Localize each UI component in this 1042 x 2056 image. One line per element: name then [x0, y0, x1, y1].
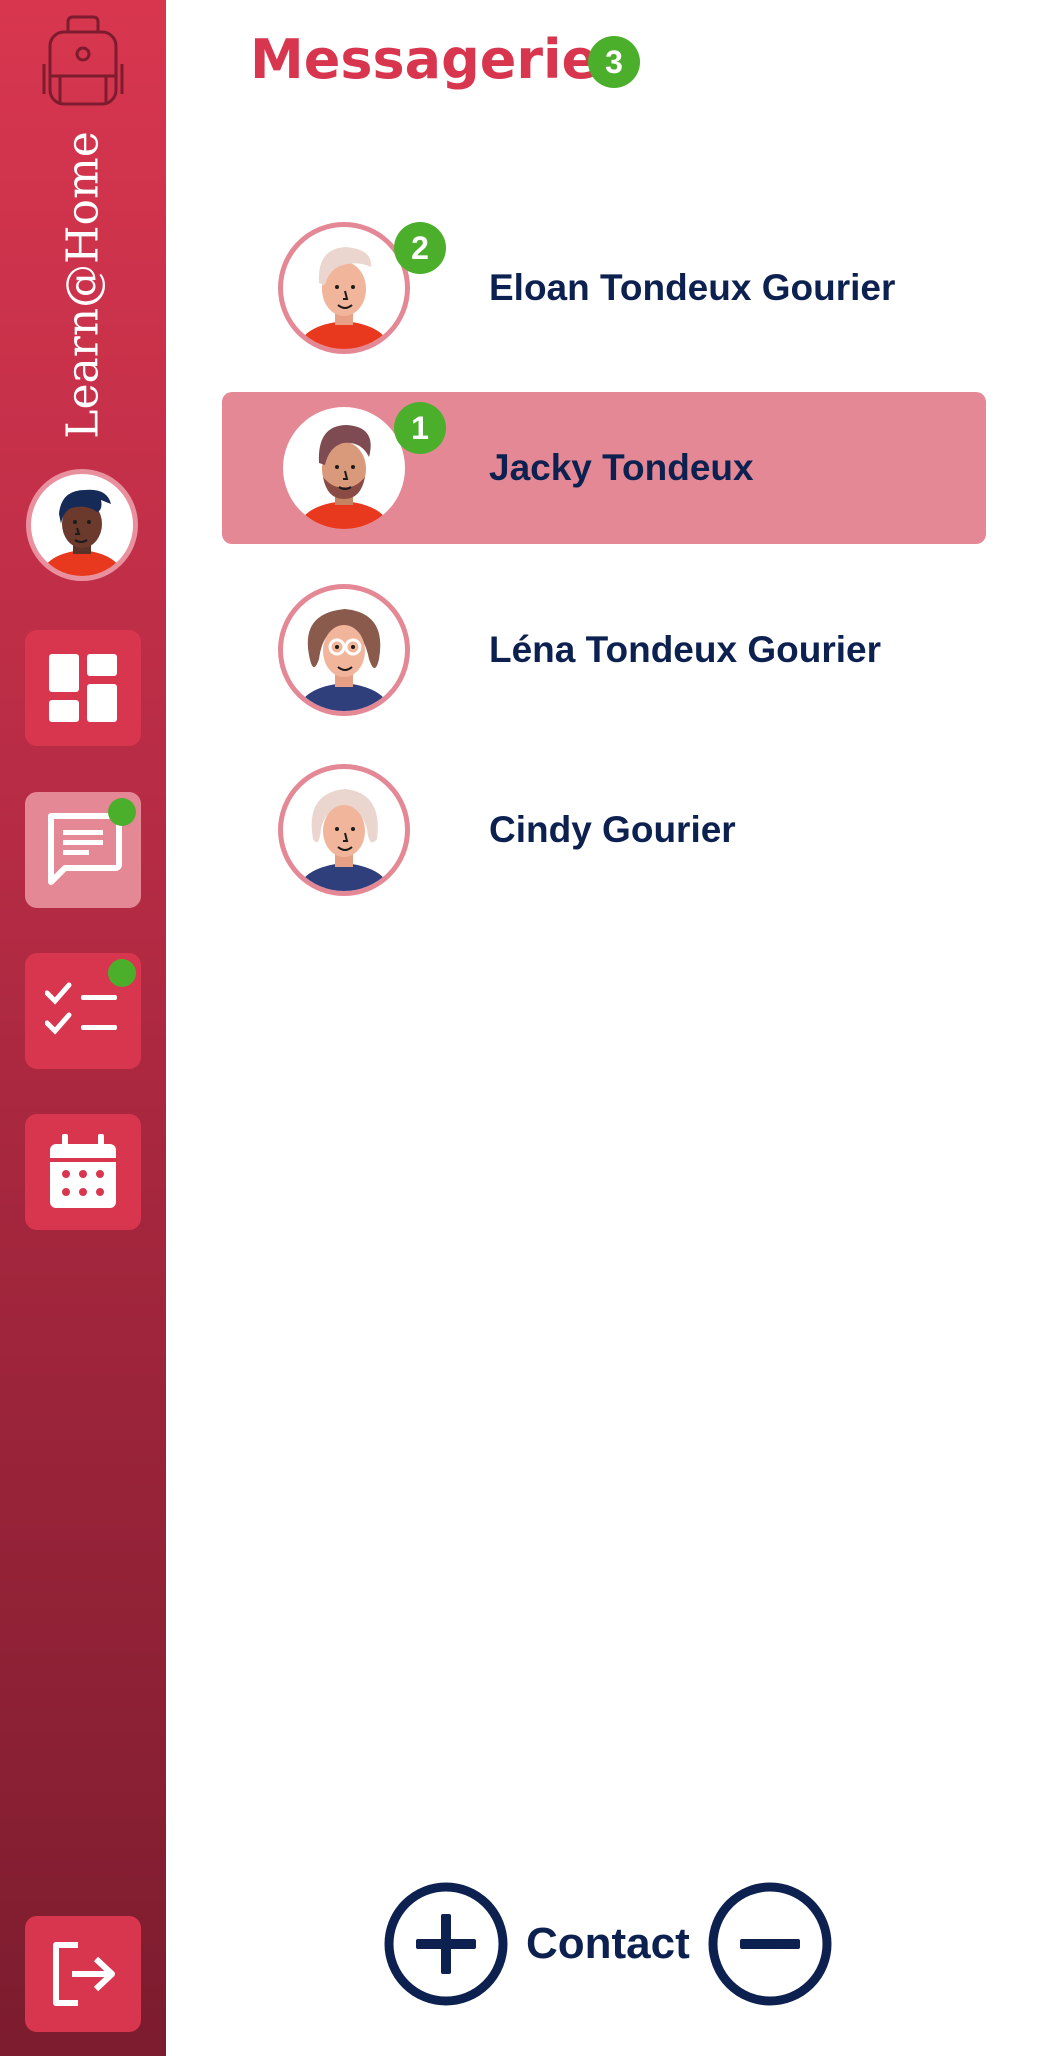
nav-dashboard-button[interactable]	[25, 630, 141, 746]
nav-calendar-button[interactable]	[25, 1114, 141, 1230]
avatar-illustration	[297, 425, 391, 529]
sidebar: Learn@Home	[0, 0, 166, 2056]
contact-unread-badge: 2	[394, 222, 446, 274]
contact-avatar	[278, 402, 410, 534]
user-avatar[interactable]	[26, 469, 138, 581]
contact-item[interactable]: Cindy Gourier	[222, 754, 986, 906]
chat-icon	[48, 813, 122, 885]
logout-button[interactable]	[25, 1916, 141, 2032]
contact-item[interactable]: 2 Eloan Tondeux Gourier	[222, 212, 986, 364]
contact-avatar	[278, 764, 410, 896]
page-title: Messagerie	[250, 28, 599, 91]
nav-tasks-button[interactable]	[25, 953, 141, 1069]
contact-item[interactable]: 1 Jacky Tondeux	[222, 392, 986, 544]
avatar-illustration	[297, 247, 391, 349]
contact-avatar	[278, 222, 410, 354]
minus-circle-icon[interactable]	[708, 1882, 832, 2006]
user-avatar-illustration	[41, 489, 123, 576]
contact-actions: Contact	[384, 1882, 832, 2006]
plus-circle-icon[interactable]	[384, 1882, 508, 2006]
unread-total-badge: 3	[588, 36, 640, 88]
contact-avatar	[278, 584, 410, 716]
contact-name: Cindy Gourier	[489, 809, 736, 850]
nav-messages-button[interactable]	[25, 792, 141, 908]
calendar-icon	[50, 1134, 116, 1208]
contact-item[interactable]: Léna Tondeux Gourier	[222, 574, 986, 726]
avatar-illustration	[297, 789, 391, 891]
backpack-icon	[42, 15, 124, 106]
brand-logo-text: Learn@Home	[57, 131, 109, 439]
logout-icon	[53, 1942, 115, 2006]
contact-unread-badge: 1	[394, 402, 446, 454]
contact-label: Contact	[526, 1919, 690, 1968]
dashboard-icon	[49, 654, 117, 722]
contact-name: Jacky Tondeux	[489, 447, 754, 488]
messages-notification-dot	[108, 798, 136, 826]
avatar-illustration	[297, 609, 391, 711]
checklist-icon	[45, 982, 117, 1035]
tasks-notification-dot	[108, 959, 136, 987]
contact-name: Eloan Tondeux Gourier	[489, 267, 896, 308]
contact-name: Léna Tondeux Gourier	[489, 629, 881, 670]
